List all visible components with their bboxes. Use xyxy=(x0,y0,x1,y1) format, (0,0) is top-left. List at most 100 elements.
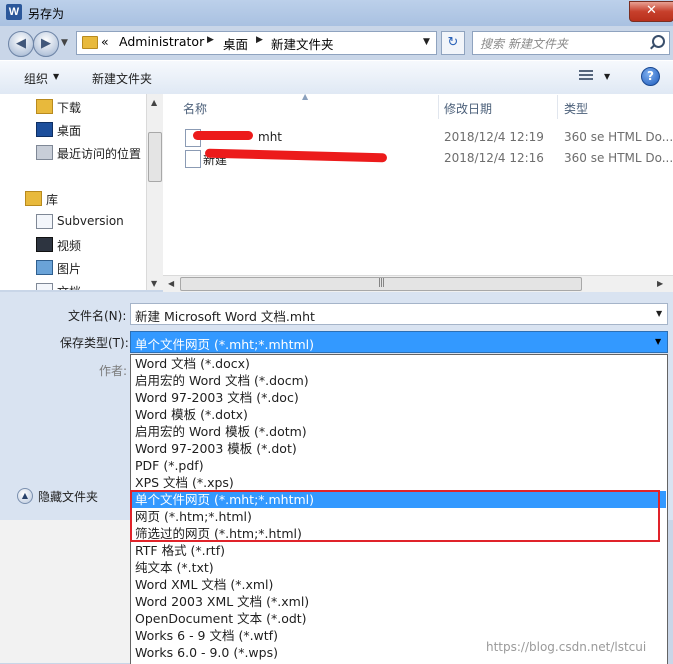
sidebar-item-recent[interactable]: 最近访问的位置 xyxy=(0,142,150,164)
recent-locations-dropdown[interactable]: ▼ xyxy=(61,38,68,48)
title-bar xyxy=(0,0,673,26)
sort-ascending-icon: ▲ xyxy=(302,92,309,101)
sidebar-item-label: 桌面 xyxy=(57,124,82,138)
sidebar-item-label: 视频 xyxy=(57,239,82,253)
breadcrumb-prefix[interactable]: « xyxy=(101,34,109,49)
library-icon xyxy=(25,191,42,206)
filename-label: 文件名(N): xyxy=(68,309,127,323)
save-type-option[interactable]: RTF 格式 (*.rtf) xyxy=(131,542,666,559)
filename-value: 新建 Microsoft Word 文档.mht xyxy=(135,309,315,324)
save-type-option[interactable]: OpenDocument 文本 (*.odt) xyxy=(131,610,666,627)
file-date: 2018/12/4 12:16 xyxy=(444,151,544,165)
sidebar-item-libraries[interactable]: 库 xyxy=(0,188,150,210)
column-divider[interactable] xyxy=(438,95,439,119)
forward-button[interactable]: ▶ xyxy=(33,31,59,57)
file-date: 2018/12/4 12:19 xyxy=(444,130,544,144)
background-area xyxy=(0,520,130,663)
address-dropdown-icon[interactable]: ▼ xyxy=(423,37,430,47)
save-type-option[interactable]: Word 2003 XML 文档 (*.xml) xyxy=(131,593,666,610)
scroll-left-icon[interactable]: ◀ xyxy=(168,279,174,288)
picture-library-icon xyxy=(36,260,53,275)
sidebar-item-label: 下载 xyxy=(57,101,82,115)
column-name[interactable]: 名称 xyxy=(183,100,207,117)
save-type-option[interactable]: 纯文本 (*.txt) xyxy=(131,559,666,576)
save-type-option[interactable]: Word 模板 (*.dotx) xyxy=(131,406,666,423)
watermark: https://blog.csdn.net/lstcui xyxy=(486,640,647,654)
save-type-option[interactable]: XPS 文档 (*.xps) xyxy=(131,474,666,491)
scroll-down-icon[interactable]: ▼ xyxy=(151,279,157,288)
close-button[interactable]: ✕ xyxy=(629,1,673,22)
save-type-option[interactable]: 筛选过的网页 (*.htm;*.html) xyxy=(131,525,666,542)
save-type-option[interactable]: 单个文件网页 (*.mht;*.mhtml) xyxy=(131,491,666,508)
back-button[interactable]: ◀ xyxy=(8,31,34,57)
save-type-label: 保存类型(T): xyxy=(60,336,129,350)
navigation-pane: 下载 桌面 最近访问的位置 库 Subversion 视频 图片 文档 xyxy=(0,94,163,290)
organize-button[interactable]: 组织 xyxy=(24,70,48,87)
breadcrumb-separator-icon[interactable]: ▶ xyxy=(207,35,214,45)
save-type-dropdown-icon[interactable]: ▼ xyxy=(655,337,661,346)
window-title: 另存为 xyxy=(28,7,65,21)
refresh-button[interactable]: ↻ xyxy=(441,31,465,55)
author-label: 作者: xyxy=(99,364,128,378)
redaction-mark xyxy=(204,148,388,163)
sidebar-item-label: 文档 xyxy=(57,283,81,290)
organize-dropdown-icon[interactable]: ▼ xyxy=(53,72,59,81)
table-row[interactable]: 新建 2018/12/4 12:16 360 se HTML Do... xyxy=(165,148,673,169)
download-folder-icon xyxy=(36,99,53,114)
collapse-up-icon[interactable]: ▲ xyxy=(17,488,33,504)
document-library-icon xyxy=(36,214,53,229)
video-library-icon xyxy=(36,237,53,252)
save-type-option[interactable]: 网页 (*.htm;*.html) xyxy=(131,508,666,525)
sidebar-item-label: 最近访问的位置 xyxy=(57,147,142,161)
breadcrumb-administrator[interactable]: Administrator xyxy=(119,34,204,49)
word-app-icon: W xyxy=(6,4,22,20)
column-type[interactable]: 类型 xyxy=(564,100,588,117)
view-options-icon[interactable] xyxy=(579,70,593,82)
save-type-value: 单个文件网页 (*.mht;*.mhtml) xyxy=(135,337,315,352)
hide-folders-button[interactable]: 隐藏文件夹 xyxy=(38,488,98,505)
sidebar-item-videos[interactable]: 视频 xyxy=(0,234,150,256)
search-placeholder: 搜索 新建文件夹 xyxy=(480,37,568,51)
breadcrumb-separator-icon[interactable]: ▶ xyxy=(256,35,263,45)
sidebar-item-pictures[interactable]: 图片 xyxy=(0,257,150,279)
save-type-option[interactable]: Word 97-2003 模板 (*.dot) xyxy=(131,440,666,457)
breadcrumb-desktop[interactable]: 桌面 xyxy=(223,34,248,53)
view-dropdown-icon[interactable]: ▼ xyxy=(604,72,610,81)
save-type-option[interactable]: Word 97-2003 文档 (*.doc) xyxy=(131,389,666,406)
column-divider[interactable] xyxy=(557,95,558,119)
folder-icon xyxy=(82,36,98,49)
redaction-mark xyxy=(193,131,253,140)
save-type-option[interactable]: Word XML 文档 (*.xml) xyxy=(131,576,666,593)
new-folder-button[interactable]: 新建文件夹 xyxy=(92,70,152,87)
table-row[interactable]: mht 2018/12/4 12:19 360 se HTML Do... xyxy=(165,128,673,148)
file-name: mht xyxy=(258,130,282,144)
scroll-up-icon[interactable]: ▲ xyxy=(151,98,157,107)
save-type-option[interactable]: 启用宏的 Word 模板 (*.dotm) xyxy=(131,423,666,440)
desktop-icon xyxy=(36,122,53,137)
sidebar-item-label: Subversion xyxy=(57,214,124,228)
breadcrumb-new-folder[interactable]: 新建文件夹 xyxy=(271,34,334,53)
sidebar-item-label: 库 xyxy=(46,193,59,207)
save-type-option[interactable]: 启用宏的 Word 文档 (*.docm) xyxy=(131,372,666,389)
document-library-icon xyxy=(36,283,53,290)
sidebar-item-documents[interactable]: 文档 xyxy=(0,280,150,290)
help-button[interactable]: ? xyxy=(641,67,660,86)
sidebar-item-label: 图片 xyxy=(57,262,82,276)
file-list-pane xyxy=(163,94,673,290)
file-type: 360 se HTML Do... xyxy=(564,130,673,144)
scroll-right-icon[interactable]: ▶ xyxy=(657,279,663,288)
scroll-grip-icon: ||| xyxy=(378,278,385,288)
sidebar-item-desktop[interactable]: 桌面 xyxy=(0,119,150,141)
column-header xyxy=(163,94,673,120)
navigation-scrollbar[interactable] xyxy=(146,94,164,290)
sidebar-item-downloads[interactable]: 下载 xyxy=(0,96,150,118)
html-file-icon xyxy=(185,150,201,168)
recent-places-icon xyxy=(36,145,53,160)
sidebar-item-subversion[interactable]: Subversion xyxy=(0,211,150,233)
navigation-scroll-thumb[interactable] xyxy=(148,132,162,182)
column-date-modified[interactable]: 修改日期 xyxy=(444,100,492,117)
filename-dropdown-icon[interactable]: ▼ xyxy=(656,309,662,318)
file-type: 360 se HTML Do... xyxy=(564,151,673,165)
save-type-option[interactable]: PDF (*.pdf) xyxy=(131,457,666,474)
save-type-option[interactable]: Word 文档 (*.docx) xyxy=(131,355,666,372)
